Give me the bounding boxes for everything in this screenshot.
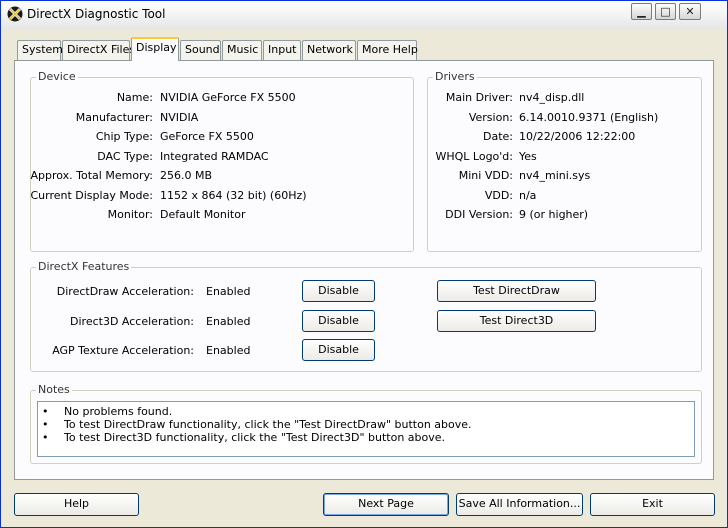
chip-type-label: Chip Type: <box>95 130 153 143</box>
notes-group: Notes • No problems found. • To test Direc… <box>30 383 702 464</box>
notes-group-title: Notes <box>36 383 72 396</box>
note-line: • To test Direct3D functionality, click t… <box>42 431 445 444</box>
monitor-label: Monitor: <box>107 208 153 221</box>
tab-network[interactable]: Network <box>302 40 356 60</box>
bullet: • <box>42 418 49 431</box>
features-group-title: DirectX Features <box>36 260 132 273</box>
manufacturer-label: Manufacturer: <box>75 111 153 124</box>
direct3d-status: Enabled <box>206 315 251 328</box>
display-mode-value: 1152 x 864 (32 bit) (60Hz) <box>160 189 307 202</box>
tab-more-help[interactable]: More Help <box>357 40 418 60</box>
exit-button[interactable]: Exit <box>590 493 715 516</box>
whql-value: Yes <box>519 150 537 163</box>
version-label: Version: <box>468 111 513 124</box>
device-group: Device Name: NVIDIA GeForce FX 5500 Manu… <box>30 70 414 252</box>
main-driver-label: Main Driver: <box>445 91 513 104</box>
test-directdraw-button[interactable]: Test DirectDraw <box>437 280 596 302</box>
date-value: 10/22/2006 12:22:00 <box>519 130 636 143</box>
close-button[interactable]: ✕ <box>679 3 701 20</box>
directdraw-status: Enabled <box>206 285 251 298</box>
ddi-version-value: 9 (or higher) <box>519 208 589 221</box>
note-text: No problems found. <box>64 405 173 418</box>
tab-sound[interactable]: Sound <box>180 40 221 60</box>
vdd-value: n/a <box>519 189 537 202</box>
notes-textbox[interactable]: • No problems found. • To test DirectDraw … <box>37 401 695 457</box>
tab-directx-files[interactable]: DirectX Files <box>62 40 135 60</box>
device-name-value: NVIDIA GeForce FX 5500 <box>160 91 296 104</box>
note-line: • No problems found. <box>42 405 172 418</box>
help-button[interactable]: Help <box>14 493 139 516</box>
ddi-version-label: DDI Version: <box>445 208 513 221</box>
agp-status: Enabled <box>206 344 251 357</box>
disable-direct3d-button[interactable]: Disable <box>302 310 375 332</box>
dac-type-label: DAC Type: <box>97 150 153 163</box>
device-group-title: Device <box>36 70 78 83</box>
display-mode-label: Current Display Mode: <box>30 189 153 202</box>
bullet: • <box>42 405 49 418</box>
direct3d-label: Direct3D Acceleration: <box>70 315 194 328</box>
next-page-button[interactable]: Next Page <box>323 493 449 516</box>
bullet: • <box>42 431 49 444</box>
test-direct3d-button[interactable]: Test Direct3D <box>437 310 596 332</box>
dxdiag-window: DirectX Diagnostic Tool ▁ □ ✕ System Dir… <box>0 0 728 528</box>
chip-type-value: GeForce FX 5500 <box>160 130 254 143</box>
disable-directdraw-button[interactable]: Disable <box>302 280 375 302</box>
drivers-group-title: Drivers <box>433 70 477 83</box>
note-line: • To test DirectDraw functionality, click… <box>42 418 472 431</box>
device-name-label: Name: <box>116 91 153 104</box>
minimize-button[interactable]: ▁ <box>631 3 652 20</box>
window-title: DirectX Diagnostic Tool <box>27 7 166 21</box>
tab-system[interactable]: System <box>17 40 63 60</box>
disable-agp-button[interactable]: Disable <box>302 339 375 361</box>
whql-label: WHQL Logo'd: <box>435 150 513 163</box>
note-text: To test DirectDraw functionality, click … <box>64 418 472 431</box>
maximize-button[interactable]: □ <box>655 3 676 20</box>
save-all-information-button[interactable]: Save All Information... <box>456 493 583 516</box>
main-driver-value: nv4_disp.dll <box>519 91 585 104</box>
tab-display[interactable]: Display <box>131 37 179 61</box>
monitor-value: Default Monitor <box>160 208 246 221</box>
agp-label: AGP Texture Acceleration: <box>52 344 194 357</box>
title-bar[interactable]: DirectX Diagnostic Tool ▁ □ ✕ <box>1 1 727 29</box>
version-value: 6.14.0010.9371 (English) <box>519 111 659 124</box>
note-text: To test Direct3D functionality, click th… <box>64 431 446 444</box>
directx-features-group: DirectX Features DirectDraw Acceleration… <box>30 260 702 372</box>
mini-vdd-value: nv4_mini.sys <box>519 169 591 182</box>
dac-type-value: Integrated RAMDAC <box>160 150 269 163</box>
mini-vdd-label: Mini VDD: <box>458 169 513 182</box>
dxdiag-app-icon <box>7 6 23 22</box>
tab-music[interactable]: Music <box>222 40 262 60</box>
directdraw-label: DirectDraw Acceleration: <box>56 285 194 298</box>
display-panel: Device Name: NVIDIA GeForce FX 5500 Manu… <box>14 60 714 480</box>
manufacturer-value: NVIDIA <box>160 111 199 124</box>
drivers-group: Drivers Main Driver: nv4_disp.dll Versio… <box>427 70 702 252</box>
date-label: Date: <box>483 130 513 143</box>
total-memory-label: Approx. Total Memory: <box>30 169 154 182</box>
total-memory-value: 256.0 MB <box>160 169 213 182</box>
vdd-label: VDD: <box>484 189 513 202</box>
tab-input[interactable]: Input <box>263 40 301 60</box>
